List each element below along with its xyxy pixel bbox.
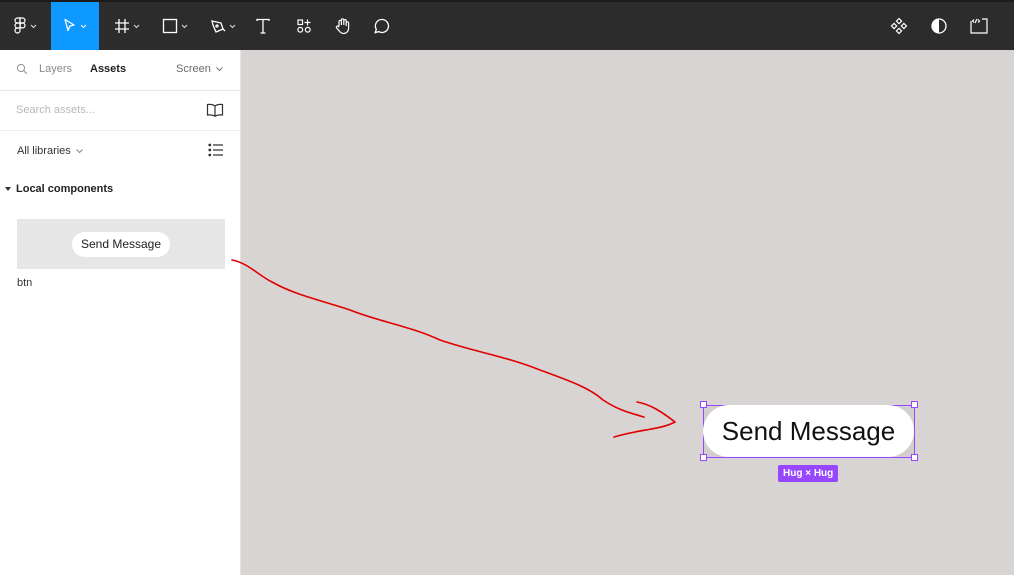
chevron-down-icon	[80, 24, 87, 28]
move-tool-button[interactable]	[51, 2, 99, 50]
library-filter-label: All libraries	[17, 145, 71, 157]
frame-icon	[115, 19, 129, 33]
list-view-icon[interactable]	[208, 143, 224, 157]
contrast-icon	[931, 18, 947, 34]
component-icon	[890, 17, 908, 35]
chevron-down-icon	[75, 149, 83, 154]
component-preview-button: Send Message	[71, 231, 171, 257]
size-badge: Hug × Hug	[778, 465, 839, 482]
theme-toggle-button[interactable]	[924, 2, 954, 50]
component-thumbnail[interactable]: Send Message	[17, 219, 225, 269]
resize-handle-top-left[interactable]	[700, 401, 707, 408]
tab-layers[interactable]: Layers	[39, 63, 72, 75]
shape-tool-button[interactable]	[156, 2, 194, 50]
comment-icon	[374, 18, 390, 34]
search-assets-input[interactable]	[16, 104, 186, 116]
chevron-down-icon	[30, 24, 37, 28]
chevron-down-icon	[229, 24, 236, 28]
chevron-down-icon	[181, 24, 188, 28]
panel-tabs: Layers Assets Screen	[0, 50, 240, 91]
asset-search-row	[0, 91, 240, 131]
comment-tool-button[interactable]	[368, 2, 396, 50]
hand-tool-button[interactable]	[329, 2, 357, 50]
design-canvas[interactable]	[241, 50, 1014, 575]
components-button[interactable]	[884, 2, 914, 50]
toolbar	[0, 0, 1014, 50]
local-components-header[interactable]: Local components	[5, 183, 113, 195]
resize-handle-bottom-right[interactable]	[911, 454, 918, 461]
assets-panel: Layers Assets Screen All libraries Local…	[0, 50, 241, 575]
library-book-icon[interactable]	[206, 103, 224, 117]
library-filter-row: All libraries	[0, 131, 240, 171]
hand-icon	[335, 18, 350, 35]
chevron-down-icon	[133, 24, 140, 28]
resize-handle-bottom-left[interactable]	[700, 454, 707, 461]
caret-down-icon	[5, 187, 11, 191]
section-title: Local components	[16, 183, 114, 195]
dev-mode-icon	[970, 18, 988, 34]
text-icon	[256, 18, 270, 34]
component-name: btn	[17, 277, 33, 289]
chevron-down-icon	[216, 67, 223, 72]
frame-tool-button[interactable]	[108, 2, 146, 50]
pen-tool-button[interactable]	[204, 2, 242, 50]
resources-icon	[297, 19, 311, 33]
main-menu-button[interactable]	[0, 2, 50, 50]
page-selector-label: Screen	[176, 63, 211, 75]
move-cursor-icon	[64, 18, 75, 32]
dev-mode-button[interactable]	[964, 2, 994, 50]
page-selector[interactable]: Screen	[176, 63, 224, 75]
text-tool-button[interactable]	[250, 2, 276, 50]
canvas-send-message-button[interactable]: Send Message	[703, 405, 914, 457]
resize-handle-top-right[interactable]	[911, 401, 918, 408]
search-icon[interactable]	[16, 63, 28, 75]
resources-button[interactable]	[290, 2, 318, 50]
rectangle-icon	[162, 18, 178, 34]
library-filter-dropdown[interactable]: All libraries	[17, 145, 84, 157]
pen-icon	[211, 20, 226, 33]
tab-assets[interactable]: Assets	[90, 63, 126, 75]
figma-logo-icon	[14, 17, 26, 34]
